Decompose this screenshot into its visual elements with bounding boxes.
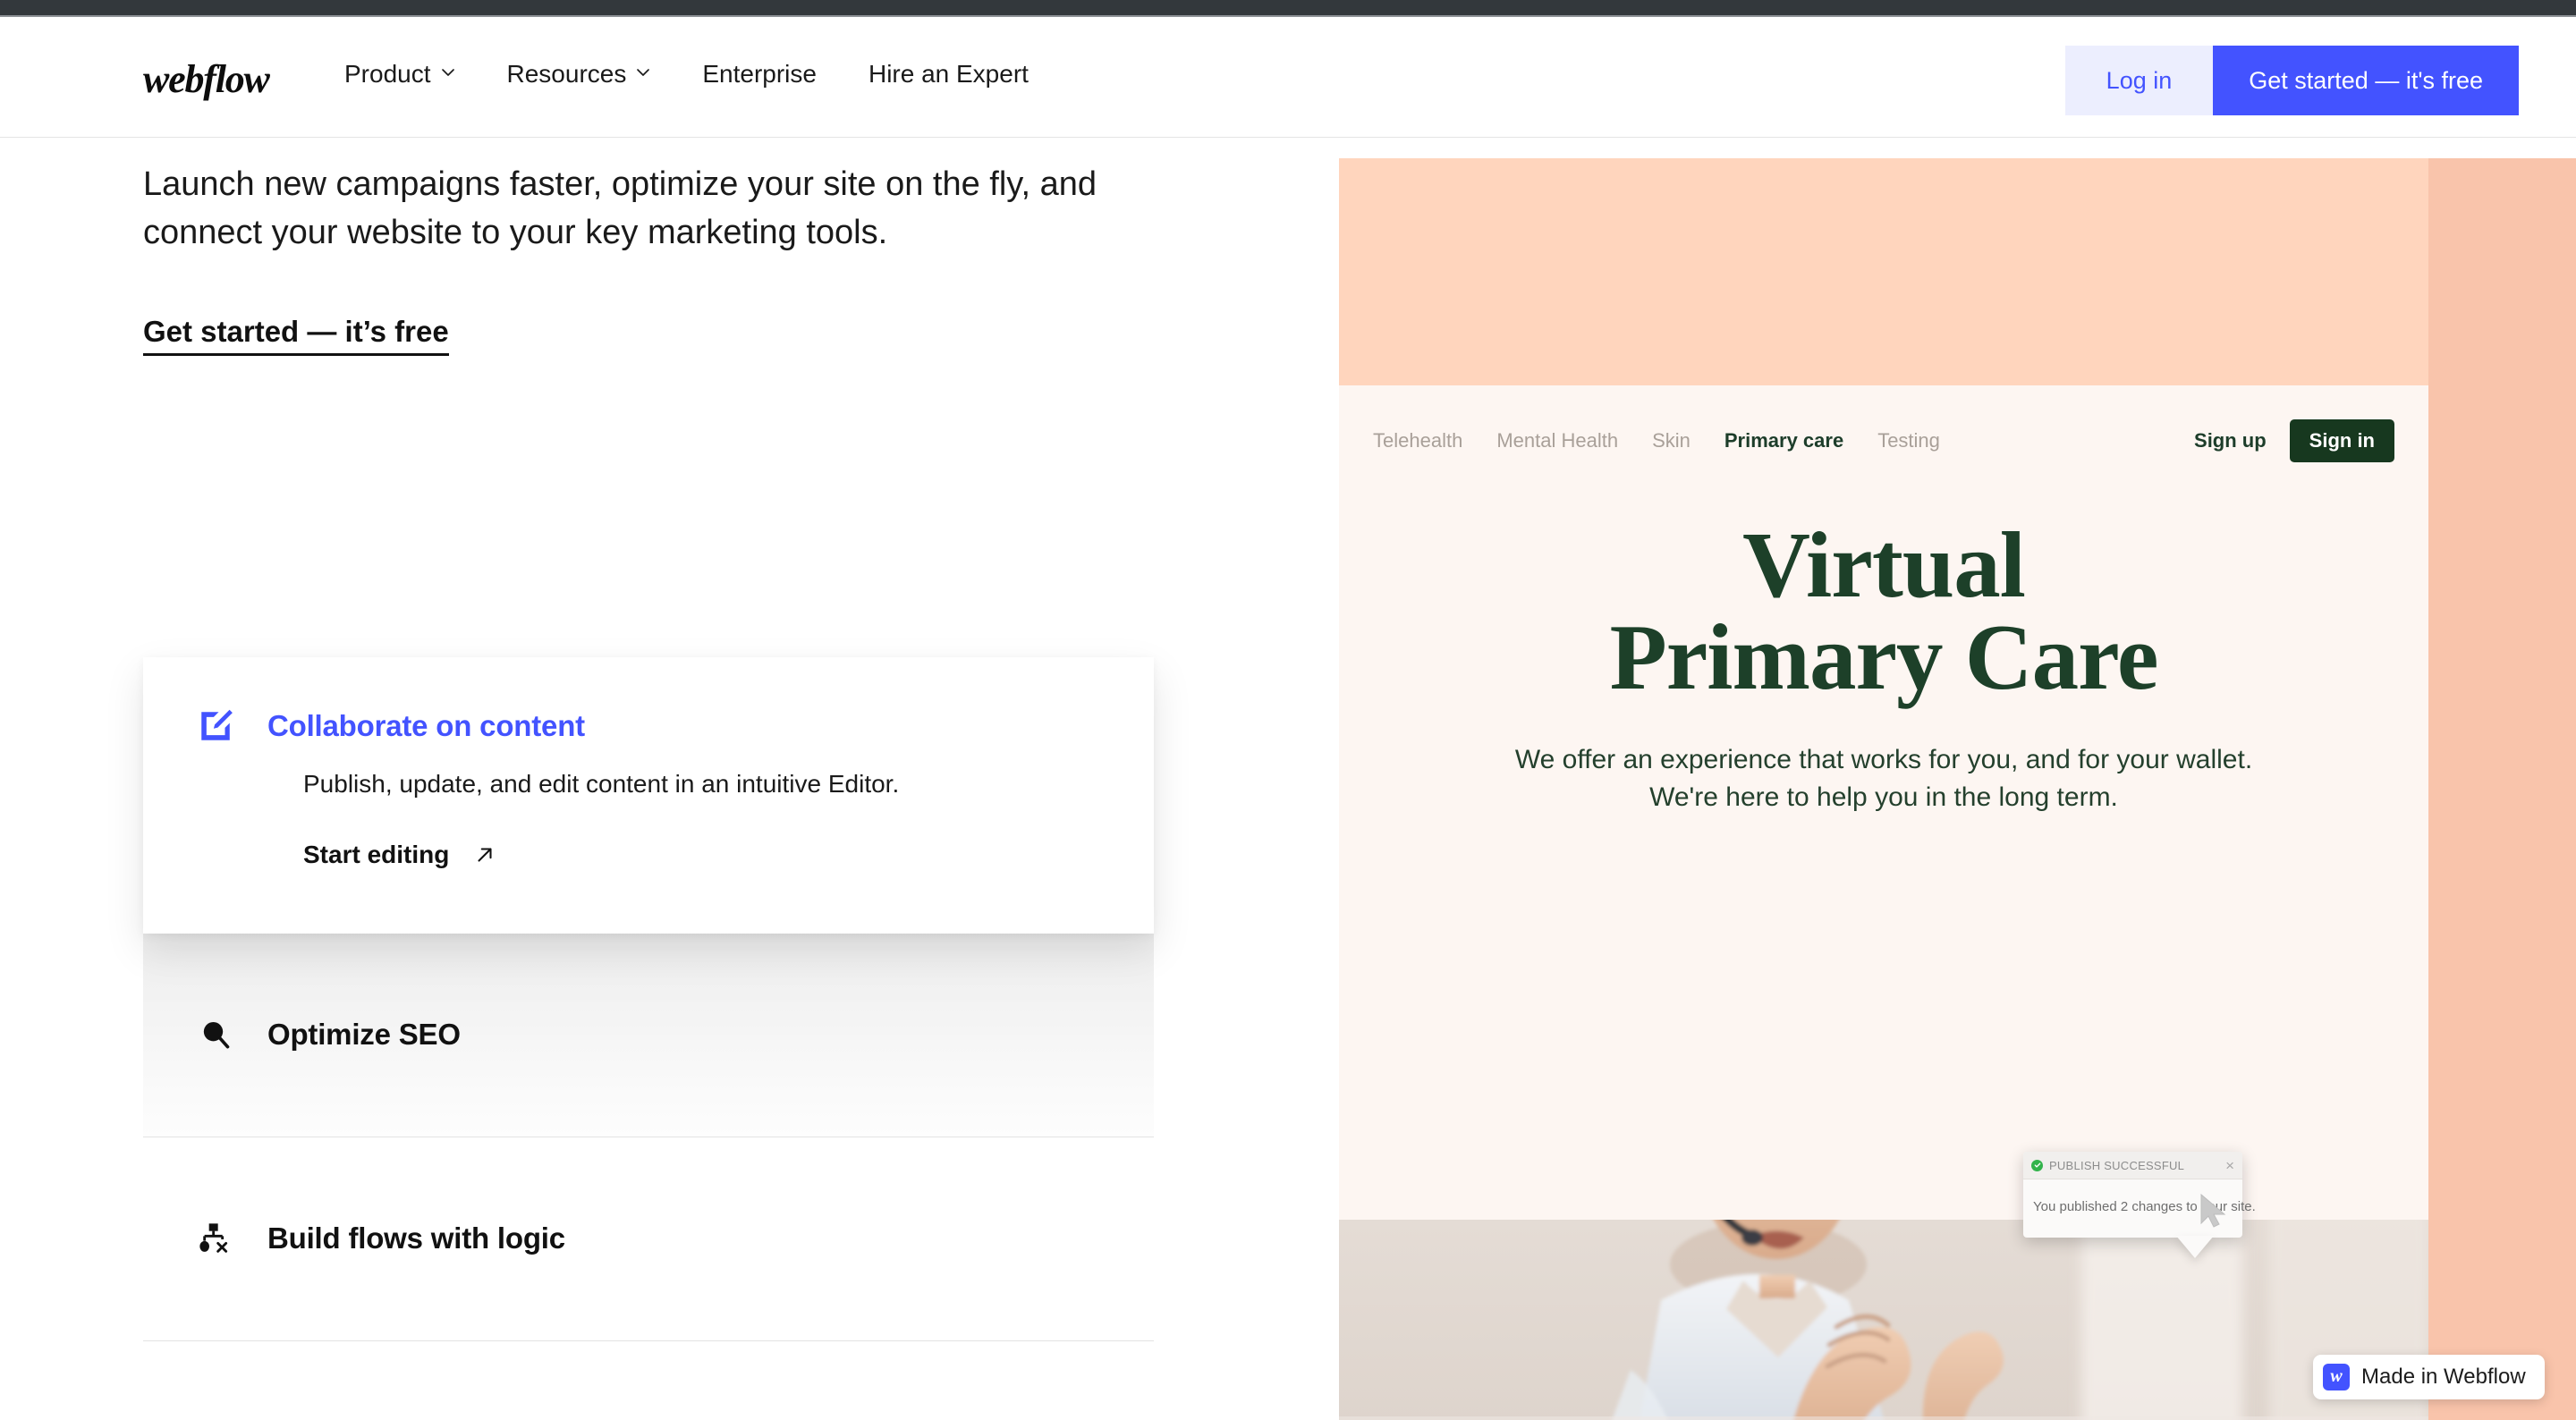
check-circle-icon <box>2031 1160 2043 1171</box>
preview-hero-heading-line-1: Virtual <box>1339 520 2428 612</box>
accordion-item-optimize-seo[interactable]: Optimize SEO <box>143 934 1154 1137</box>
magnifier-search-icon <box>197 1016 234 1053</box>
publish-successful-toast: PUBLISH SUCCESSFUL × You published 2 cha… <box>2023 1152 2242 1238</box>
nav-item-enterprise[interactable]: Enterprise <box>702 60 817 89</box>
start-editing-link[interactable]: Start editing <box>197 841 1100 869</box>
toast-title: PUBLISH SUCCESSFUL <box>2049 1159 2184 1172</box>
preview-nav-actions: Sign up Sign in <box>2194 419 2394 462</box>
hero-lede: Launch new campaigns faster, optimize yo… <box>143 161 1136 258</box>
chevron-down-icon <box>636 65 650 80</box>
preview-sign-in-button[interactable]: Sign in <box>2290 419 2394 462</box>
site-navbar: webflow Product Resources Enterprise Hir… <box>0 17 2576 138</box>
preview-hero-photo <box>1339 1220 2428 1420</box>
preview-sign-up-link[interactable]: Sign up <box>2194 429 2267 452</box>
feature-accordion: Collaborate on content Publish, update, … <box>143 657 1154 1341</box>
toast-pointer-tail <box>2176 1236 2214 1258</box>
preview-site-viewport: Telehealth Mental Health Skin Primary ca… <box>1339 385 2428 1420</box>
nav-item-hire-an-expert[interactable]: Hire an Expert <box>869 60 1029 89</box>
nav-item-resources-label: Resources <box>507 60 627 89</box>
nav-actions: Log in Get started — it's free <box>2065 46 2519 115</box>
accordion-title: Collaborate on content <box>267 709 585 743</box>
preview-nav-item-skin[interactable]: Skin <box>1652 429 1690 452</box>
edit-pencil-square-icon <box>197 707 234 745</box>
nav-item-hire-an-expert-label: Hire an Expert <box>869 60 1029 89</box>
hero-text-column: Launch new campaigns faster, optimize yo… <box>143 161 1154 356</box>
start-editing-label: Start editing <box>303 841 449 869</box>
site-preview-panel: Telehealth Mental Health Skin Primary ca… <box>1339 158 2428 1420</box>
get-started-button[interactable]: Get started — it's free <box>2213 46 2519 115</box>
accordion-header: Collaborate on content <box>197 707 1100 745</box>
preview-nav-item-mental-health[interactable]: Mental Health <box>1496 429 1618 452</box>
nav-item-resources[interactable]: Resources <box>507 60 651 89</box>
preview-hero: Virtual Primary Care We offer an experie… <box>1339 520 2428 817</box>
preview-hero-subheading: We offer an experience that works for yo… <box>1490 741 2277 817</box>
accordion-title: Optimize SEO <box>267 1018 461 1052</box>
made-in-webflow-label: Made in Webflow <box>2361 1365 2526 1390</box>
nav-item-product-label: Product <box>344 60 431 89</box>
accordion-body-text: Publish, update, and edit content in an … <box>197 766 1100 803</box>
page-root: webflow Product Resources Enterprise Hir… <box>0 0 2576 1420</box>
preview-nav-item-testing[interactable]: Testing <box>1877 429 1940 452</box>
webflow-logo[interactable]: webflow <box>143 56 269 102</box>
preview-nav-item-primary-care[interactable]: Primary care <box>1724 429 1843 452</box>
chevron-down-icon <box>441 65 455 80</box>
log-in-button[interactable]: Log in <box>2065 46 2214 115</box>
preview-hero-heading-line-2: Primary Care <box>1339 612 2428 704</box>
preview-site-navbar: Telehealth Mental Health Skin Primary ca… <box>1339 385 2428 496</box>
accordion-title: Build flows with logic <box>267 1221 565 1255</box>
flow-logic-icon <box>197 1220 234 1257</box>
preview-hero-heading: Virtual Primary Care <box>1339 520 2428 704</box>
accordion-item-collaborate-on-content[interactable]: Collaborate on content Publish, update, … <box>143 657 1154 934</box>
toast-header: PUBLISH SUCCESSFUL × <box>2023 1152 2242 1179</box>
preview-nav-item-telehealth[interactable]: Telehealth <box>1373 429 1462 452</box>
preview-nav-links: Telehealth Mental Health Skin Primary ca… <box>1373 429 1940 452</box>
nav-item-enterprise-label: Enterprise <box>702 60 817 89</box>
browser-chrome-bar <box>0 0 2576 15</box>
nav-links: Product Resources Enterprise Hire an Exp… <box>344 60 1029 89</box>
webflow-mark-icon: w <box>2323 1364 2350 1390</box>
close-icon[interactable]: × <box>2225 1158 2234 1173</box>
preview-peach-backdrop-right <box>2428 158 2576 1420</box>
mouse-cursor-icon <box>2199 1193 2229 1233</box>
nav-item-product[interactable]: Product <box>344 60 455 89</box>
hero-get-started-link[interactable]: Get started — it’s free <box>143 315 449 356</box>
arrow-up-right-icon <box>473 843 496 866</box>
made-in-webflow-badge[interactable]: w Made in Webflow <box>2313 1355 2545 1399</box>
accordion-item-build-flows-with-logic[interactable]: Build flows with logic <box>143 1137 1154 1341</box>
